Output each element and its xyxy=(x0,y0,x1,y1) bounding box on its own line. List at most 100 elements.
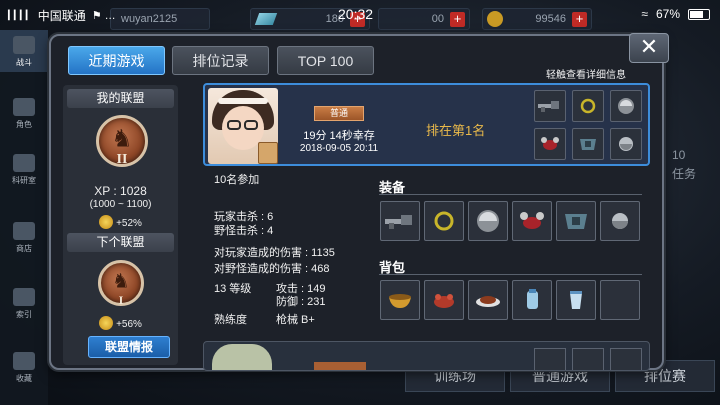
next-bonus: +56% xyxy=(63,316,178,330)
card-slot-rifle xyxy=(534,90,566,122)
side-number: 10 xyxy=(672,148,686,162)
monster-kills: 野怪击杀 : 4 xyxy=(214,225,274,237)
nav-shop[interactable]: 商店 xyxy=(0,222,48,262)
left-nav: 战斗 角色 科研室 商店 索引 收藏 xyxy=(0,30,48,405)
rifle-icon xyxy=(538,101,559,112)
game-screen: ▎▎▎▎ 中国联通 ⚑ … 20:32 ≈ 67% wuyan2125 180 … xyxy=(0,0,720,405)
proficiency-label: 熟练度 xyxy=(214,314,247,326)
my-alliance-title: 我的联盟 xyxy=(67,89,174,108)
carrier-label: 中国联通 xyxy=(37,8,86,23)
disc-icon xyxy=(477,210,499,232)
nav-lab[interactable]: 科研室 xyxy=(0,154,48,194)
horse-icon: ♞ xyxy=(112,270,130,293)
ring-icon xyxy=(434,211,454,231)
my-bonus: +52% xyxy=(63,215,178,229)
signal-icon: ▎▎▎▎ xyxy=(8,9,33,20)
notification-icons: ⚑ … xyxy=(91,9,116,22)
bag-divider xyxy=(379,274,642,275)
skin-badge-icon xyxy=(258,142,278,164)
game-mode-badge-2 xyxy=(314,362,366,370)
card-slot-ring xyxy=(572,90,604,122)
nav-label: 索引 xyxy=(16,310,32,319)
clock: 20:32 xyxy=(338,6,374,22)
equipment-divider xyxy=(379,194,642,195)
nav-collection[interactable]: 收藏 xyxy=(0,352,48,392)
close-button[interactable]: ✕ xyxy=(629,33,669,63)
status-right: ≈ 67% xyxy=(641,7,710,21)
gold-coin-icon xyxy=(99,316,114,330)
participants: 10名参加 xyxy=(214,174,260,186)
bag-slot-water[interactable] xyxy=(512,280,552,320)
side-task[interactable]: 任务 xyxy=(672,165,696,182)
placement: 排在第1名 xyxy=(426,123,486,138)
nav-battle[interactable]: 战斗 xyxy=(0,30,48,72)
next-rank: I xyxy=(118,293,124,307)
equip-slot-ball[interactable] xyxy=(600,201,640,241)
xp-range: (1000 ~ 1100) xyxy=(89,199,152,210)
books-icon xyxy=(13,288,35,306)
lab-icon xyxy=(13,154,35,172)
next-alliance-badge: ♞ I xyxy=(98,260,144,307)
next-alliance-title: 下个联盟 xyxy=(67,233,174,252)
equip-slot-armor[interactable] xyxy=(556,201,596,241)
battery-percent: 67% xyxy=(655,7,680,21)
tab-recent-games[interactable]: 近期游戏 xyxy=(68,46,165,75)
nav-label: 战斗 xyxy=(16,58,32,67)
proficiency-value: 枪械 B+ xyxy=(276,314,315,326)
card2-slot-1 xyxy=(534,348,566,370)
bag-slot-crab-dish[interactable] xyxy=(424,280,464,320)
equip-slot-rifle[interactable] xyxy=(380,201,420,241)
collection-icon xyxy=(13,352,35,370)
card2-slot-2 xyxy=(572,348,604,370)
nav-character[interactable]: 角色 xyxy=(0,98,48,138)
xp-value: XP : 1028 xyxy=(94,184,147,198)
nav-label: 收藏 xyxy=(16,374,32,383)
bag-slot-bowl[interactable] xyxy=(380,280,420,320)
ball-icon xyxy=(619,137,633,151)
armor-icon xyxy=(565,214,587,229)
cart-icon xyxy=(13,222,35,240)
character-icon xyxy=(13,98,35,116)
disc-icon xyxy=(618,98,634,114)
cup-icon xyxy=(570,291,582,309)
my-bonus-value: +52% xyxy=(116,218,142,229)
defense: 防御 : 231 xyxy=(276,296,326,308)
crab-icon xyxy=(541,137,559,150)
bag-slot-steak[interactable] xyxy=(468,280,508,320)
nav-index[interactable]: 索引 xyxy=(0,288,48,328)
rifle-icon xyxy=(385,215,412,229)
game-card-2[interactable] xyxy=(203,341,650,371)
card2-slot-3 xyxy=(610,348,642,370)
alliance-info-button[interactable]: 联盟情报 xyxy=(88,336,170,358)
bag-slot-empty[interactable] xyxy=(600,280,640,320)
survival-time: 19分 14秒幸存 xyxy=(303,130,375,142)
ball-icon xyxy=(612,213,628,229)
bag-slot-cup[interactable] xyxy=(556,280,596,320)
game-date: 2018-09-05 20:11 xyxy=(299,143,379,154)
my-rank: II xyxy=(116,152,128,167)
tab-top-100[interactable]: TOP 100 xyxy=(277,46,374,75)
horse-icon: ♞ xyxy=(111,125,133,153)
equip-slot-disc[interactable] xyxy=(468,201,508,241)
wifi-icon: ≈ xyxy=(641,7,648,21)
game-mode-badge: 普通 xyxy=(314,106,364,121)
equip-slot-crab[interactable] xyxy=(512,201,552,241)
alliance-panel: 我的联盟 ♞ II XP : 1028 (1000 ~ 1100) +52% 下… xyxy=(63,85,178,365)
nav-label: 商店 xyxy=(16,244,32,253)
tab-ranked-history[interactable]: 排位记录 xyxy=(172,46,269,75)
character-avatar-2 xyxy=(212,344,272,370)
battery-icon xyxy=(688,8,710,20)
card-slot-crab xyxy=(534,128,566,160)
card-slot-armor xyxy=(572,128,604,160)
detail-hint: 轻触查看详细信息 xyxy=(546,70,626,81)
status-bar: ▎▎▎▎ 中国联通 ⚑ … 20:32 ≈ 67% xyxy=(0,0,720,30)
card-slot-disc xyxy=(610,90,642,122)
water-icon xyxy=(527,289,538,309)
monster-damage: 对野怪造成的伤害 : 468 xyxy=(214,263,330,275)
gold-coin-icon xyxy=(99,215,114,229)
equip-slot-ring[interactable] xyxy=(424,201,464,241)
card-slot-ball xyxy=(610,128,642,160)
nav-label: 科研室 xyxy=(12,176,36,185)
player-damage: 对玩家造成的伤害 : 1135 xyxy=(214,247,335,259)
steak-icon xyxy=(476,296,500,307)
